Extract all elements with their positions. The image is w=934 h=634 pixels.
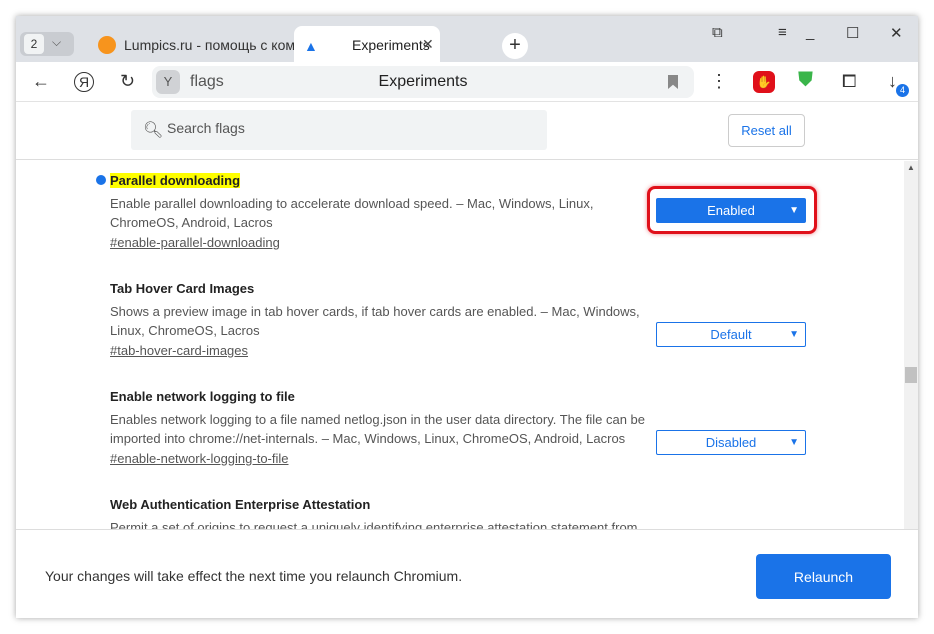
flag-select-tab-hover-card-images[interactable]: Default ▼ xyxy=(656,322,806,347)
relaunch-button[interactable]: Relaunch xyxy=(756,554,891,599)
tab-title: Experiments xyxy=(352,37,430,53)
extensions-icon[interactable]: ⧠ xyxy=(842,71,856,92)
close-window-icon[interactable]: ✕ xyxy=(890,24,903,42)
toolbar: ← Я ↻ Y Experiments flags ⋮ ✋ ⛊ ⧠ ↓ 4 xyxy=(16,62,918,102)
scroll-up-icon[interactable]: ▲ xyxy=(907,163,915,172)
flags-list: Parallel downloading Enable parallel dow… xyxy=(16,161,904,529)
minimize-icon[interactable]: _ xyxy=(806,24,814,41)
chevron-down-icon: ▼ xyxy=(789,437,799,448)
flask-icon: ▲ xyxy=(304,38,318,54)
chevron-down-icon: ⌵ xyxy=(52,35,62,49)
adblock-icon[interactable]: ✋ xyxy=(753,71,775,93)
tab-count: 2 xyxy=(24,34,44,54)
back-icon[interactable]: ← xyxy=(32,71,50,92)
flags-header: 🔍︎ Reset all xyxy=(16,102,918,160)
reload-icon[interactable]: ↻ xyxy=(120,71,135,92)
flag-description: Enable parallel downloading to accelerat… xyxy=(110,196,594,230)
more-icon[interactable]: ⋮ xyxy=(710,71,728,92)
browser-window: 2 ⌵ Lumpics.ru - помощь с компьютером ▲ Ex… xyxy=(16,16,918,618)
flag-item: Tab Hover Card Images Shows a preview im… xyxy=(110,280,650,360)
chevron-down-icon: ▼ xyxy=(789,329,799,340)
flag-item: Enable network logging to file Enables n… xyxy=(110,388,650,468)
flag-select-network-logging[interactable]: Disabled ▼ xyxy=(656,430,806,455)
tab-count-button[interactable]: 2 ⌵ xyxy=(20,32,74,56)
orange-icon xyxy=(98,36,116,54)
bookmarks-icon[interactable]: ⧉ xyxy=(712,24,723,41)
reset-all-button[interactable]: Reset all xyxy=(728,114,805,147)
flag-description: Shows a preview image in tab hover cards… xyxy=(110,304,640,338)
maximize-icon[interactable]: ☐ xyxy=(846,24,859,42)
relaunch-footer: Your changes will take effect the next t… xyxy=(16,529,918,618)
flag-link[interactable]: #enable-parallel-downloading xyxy=(110,233,650,252)
new-tab-button[interactable]: + xyxy=(502,33,528,59)
relaunch-message: Your changes will take effect the next t… xyxy=(45,568,463,584)
shield-icon[interactable]: ⛊ xyxy=(798,69,813,92)
search-icon: 🔍︎ xyxy=(143,122,164,139)
flag-title: Parallel downloading xyxy=(110,173,241,188)
flag-item: Web Authentication Enterprise Attestatio… xyxy=(110,496,650,529)
select-value: Default xyxy=(710,327,752,342)
page-title: Experiments xyxy=(378,73,468,90)
modified-indicator-icon xyxy=(96,175,106,185)
search-box: 🔍︎ xyxy=(131,110,547,150)
search-input[interactable] xyxy=(167,120,527,136)
annotation-highlight xyxy=(647,186,817,234)
url-text[interactable]: flags xyxy=(190,73,224,91)
address-bar[interactable]: Y Experiments flags xyxy=(152,66,694,98)
tab-experiments[interactable]: ▲ Experiments ✕ xyxy=(294,26,440,62)
close-tab-icon[interactable]: ✕ xyxy=(422,36,434,53)
flag-title: Tab Hover Card Images xyxy=(110,281,255,296)
flag-title: Enable network logging to file xyxy=(110,389,295,404)
yandex-icon[interactable]: Я xyxy=(74,72,94,92)
flag-link[interactable]: #tab-hover-card-images xyxy=(110,341,650,360)
flag-title: Web Authentication Enterprise Attestatio… xyxy=(110,497,371,512)
flag-description: Permit a set of origins to request a uni… xyxy=(110,520,638,529)
scrollbar[interactable]: ▲ xyxy=(904,161,918,529)
flag-link[interactable]: #enable-network-logging-to-file xyxy=(110,449,650,468)
select-value: Disabled xyxy=(705,435,757,450)
tab-strip: 2 ⌵ Lumpics.ru - помощь с компьютером ▲ Ex… xyxy=(16,16,918,62)
menu-icon[interactable]: ≡ xyxy=(778,24,787,41)
downloads-badge: 4 xyxy=(896,84,909,97)
flag-item: Parallel downloading Enable parallel dow… xyxy=(110,172,650,252)
scrollbar-thumb[interactable] xyxy=(905,367,917,383)
flag-description: Enables network logging to a file named … xyxy=(110,412,646,446)
